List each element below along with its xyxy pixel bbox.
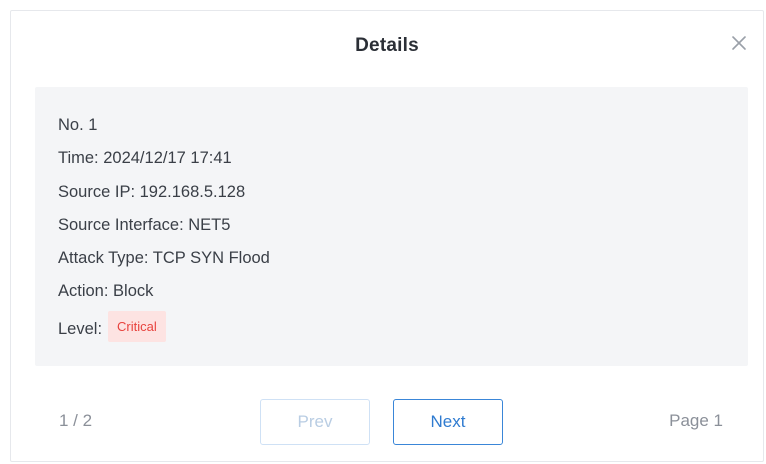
dialog-title: Details <box>355 35 419 56</box>
record-count: 1 / 2 <box>59 411 93 430</box>
details-list: No. 1 Time: 2024/12/17 17:41 Source IP: … <box>58 114 270 347</box>
details-dialog: Details No. 1 Time: 2024/12/17 17:41 Sou… <box>10 10 764 462</box>
detail-attack-type: Attack Type: TCP SYN Flood <box>58 249 270 268</box>
detail-action: Action: Block <box>58 282 154 301</box>
level-label: Level: <box>58 319 103 338</box>
detail-no: No. 1 <box>58 116 98 134</box>
next-button[interactable]: Next <box>393 399 503 445</box>
detail-source-interface: Source Interface: NET5 <box>58 215 231 234</box>
level-badge: Critical <box>108 310 166 342</box>
detail-level: Level: Critical <box>58 310 270 347</box>
page-indicator: Page 1 <box>669 411 723 430</box>
detail-source-ip: Source IP: 192.168.5.128 <box>58 182 246 201</box>
details-panel: No. 1 Time: 2024/12/17 17:41 Source IP: … <box>35 87 748 366</box>
prev-button[interactable]: Prev <box>260 399 370 445</box>
detail-time: Time: 2024/12/17 17:41 <box>58 149 232 168</box>
close-icon[interactable] <box>729 33 749 53</box>
